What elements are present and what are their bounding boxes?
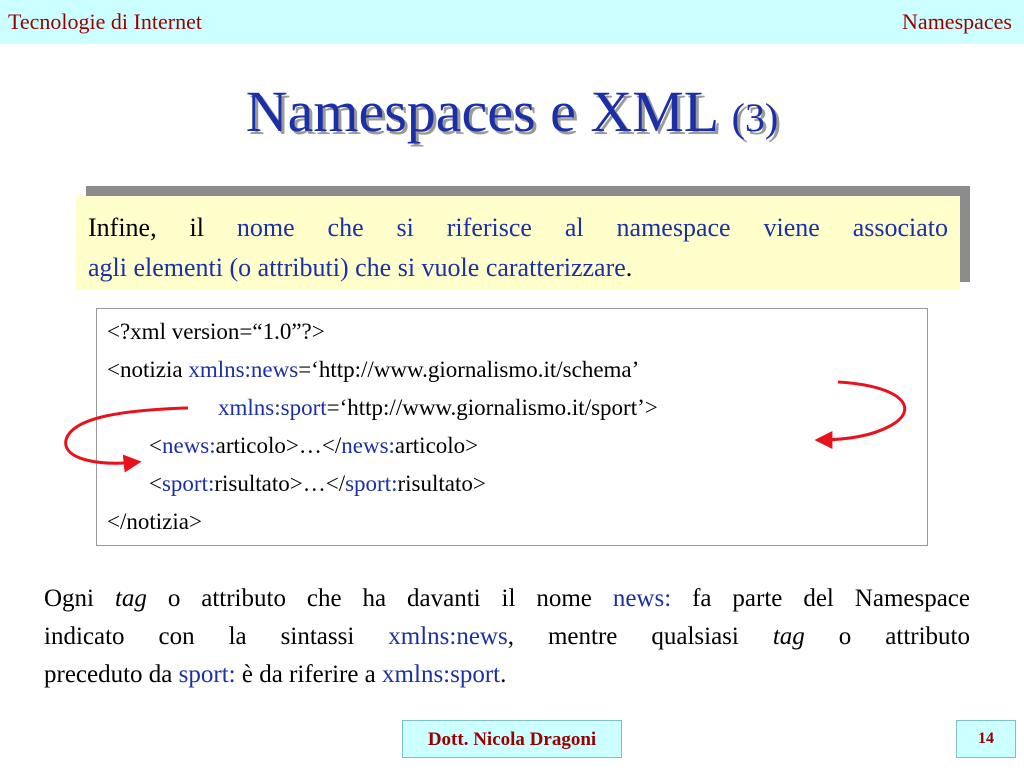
code-line-4: <news:articolo>…</news:articolo>	[149, 433, 479, 458]
slide-title-main: Namespaces e XML	[245, 79, 718, 144]
paragraph-line-3: preceduto da sport: è da riferire a xmln…	[44, 661, 507, 688]
author-label: Dott. Nicola Dragoni	[402, 720, 622, 758]
code-line-2: <notizia xmlns:news=‘http://www.giornali…	[107, 357, 640, 382]
slide-title-number: (3)	[731, 95, 779, 140]
course-title: Tecnologie di Internet	[8, 9, 202, 34]
explanation-paragraph: Ogni tag o attributo che ha davanti il n…	[44, 580, 970, 694]
callout-box: Infine, il nome che si riferisce al name…	[76, 196, 960, 290]
callout-line-1: Infine, il nome che si riferisce al name…	[88, 213, 948, 242]
section-title: Namespaces	[902, 9, 1012, 34]
code-line-6: </notizia>	[107, 509, 202, 534]
code-line-3: xmlns:sport=‘http://www.giornalismo.it/s…	[218, 395, 658, 420]
slide-header: Tecnologie di Internet Namespaces	[0, 0, 1024, 44]
paragraph-line-2: indicato con la sintassi xmlns:news, men…	[44, 623, 970, 650]
slide-title: Namespaces e XML (3)	[0, 78, 1024, 145]
code-box: <?xml version=“1.0”?> <notizia xmlns:new…	[96, 308, 928, 546]
paragraph-line-1: Ogni tag o attributo che ha davanti il n…	[44, 585, 971, 612]
callout-line-2: agli elementi (o attributi) che si vuole…	[88, 253, 626, 282]
page-number: 14	[956, 720, 1016, 758]
code-line-1: <?xml version=“1.0”?>	[107, 319, 325, 344]
code-line-5: <sport:risultato>…</sport:risultato>	[149, 471, 486, 496]
